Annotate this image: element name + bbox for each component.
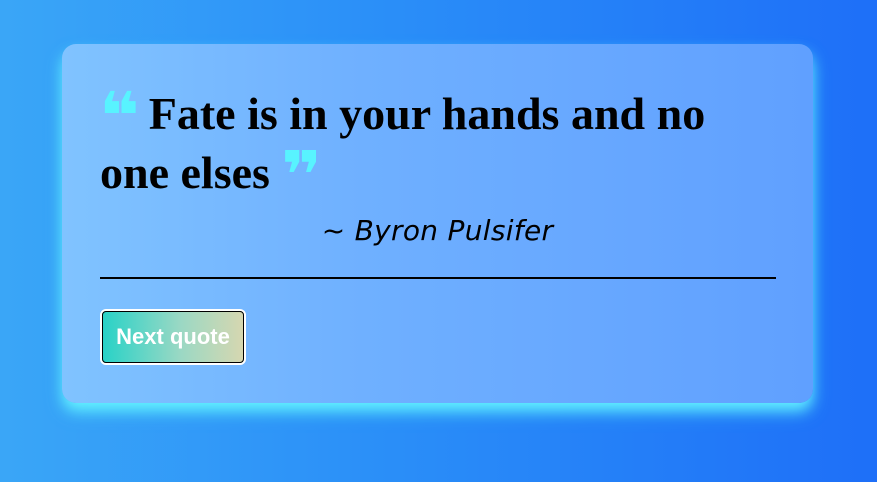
quote-block: ❝ Fate is in your hands and no one elses ❞ [99,78,780,214]
quote-card: ❝ Fate is in your hands and no one elses ❞… [62,44,813,403]
quote-paragraph: ❝ Fate is in your hands and no one elses ❞ [99,78,780,214]
divider [100,277,776,279]
quote-author: ~ Byron Pulsifer [321,214,554,247]
quote-text: Fate is in your hands and no one elses [100,88,706,198]
open-quote-icon: ❝ [99,78,140,155]
close-quote-icon: ❞ [280,137,322,214]
next-quote-button[interactable]: Next quote [100,309,246,365]
